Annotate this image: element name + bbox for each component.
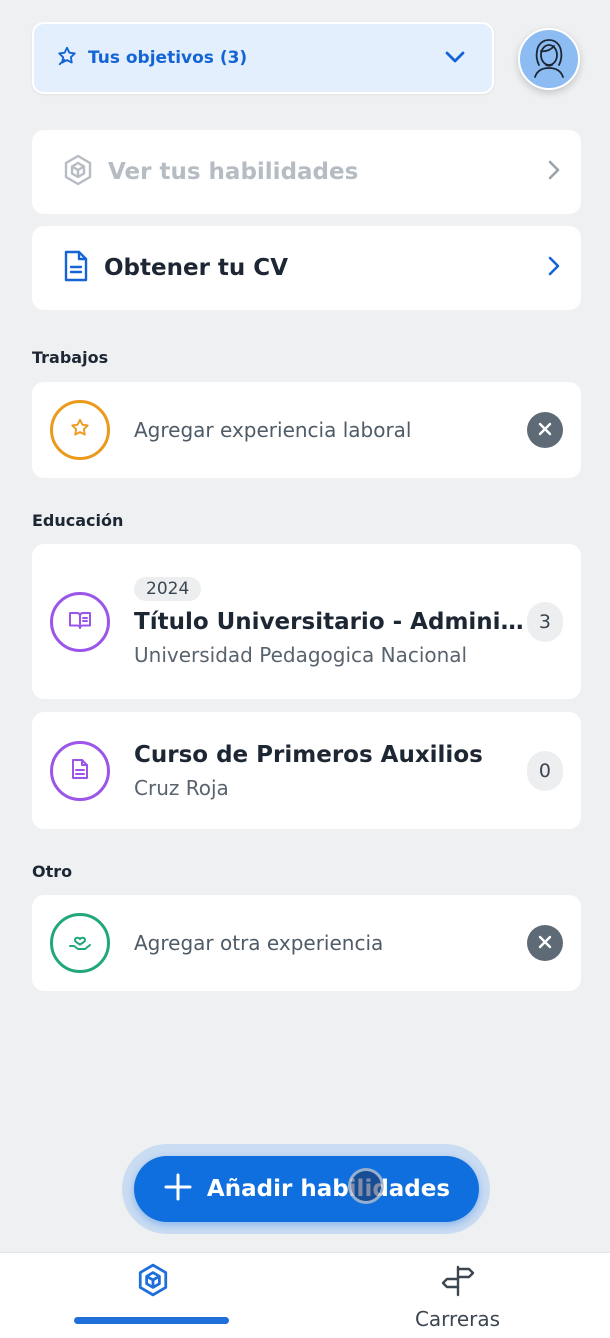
education-item[interactable]: 2024 Título Universitario - Administr… U… [32, 544, 581, 699]
document-icon [71, 758, 89, 784]
add-skills-button[interactable]: Añadir habilidades [134, 1156, 479, 1222]
tab-skills[interactable] [0, 1253, 305, 1338]
skills-count-badge: 0 [526, 750, 563, 791]
education-item[interactable]: Curso de Primeros Auxilios Cruz Roja 0 [32, 712, 581, 829]
close-icon [538, 934, 552, 953]
chevron-down-icon [444, 49, 466, 68]
touch-indicator [348, 1168, 384, 1204]
user-avatar-icon [529, 35, 569, 83]
get-cv-label: Obtener tu CV [104, 255, 288, 281]
add-other-experience-label: Agregar otra experiencia [134, 931, 384, 955]
add-work-experience-card[interactable]: Agregar experiencia laboral [32, 382, 581, 478]
book-icon [68, 610, 92, 634]
education-institution: Cruz Roja [134, 775, 229, 800]
goals-dropdown[interactable]: Tus objetivos (3) [32, 22, 494, 94]
avatar[interactable] [518, 28, 580, 90]
tab-careers[interactable]: Carreras [305, 1253, 610, 1338]
other-ring [50, 913, 110, 973]
get-cv-card[interactable]: Obtener tu CV [32, 226, 581, 310]
plus-icon [163, 1172, 193, 1206]
section-title-jobs: Trabajos [32, 348, 109, 367]
add-work-experience-label: Agregar experiencia laboral [134, 418, 412, 442]
education-ring [50, 591, 110, 652]
active-tab-indicator [74, 1317, 229, 1324]
chevron-right-icon [547, 159, 561, 185]
signpost-icon [440, 1263, 476, 1301]
section-title-other: Otro [32, 862, 73, 881]
close-icon [538, 421, 552, 440]
dismiss-button[interactable] [527, 412, 563, 448]
add-other-experience-card[interactable]: Agregar otra experiencia [32, 895, 581, 991]
section-title-education: Educación [32, 511, 124, 530]
education-institution: Universidad Pedagogica Nacional [134, 642, 468, 667]
goal-star-icon [56, 45, 78, 71]
skills-count-badge: 3 [526, 601, 563, 642]
document-icon [62, 250, 90, 286]
star-icon [69, 417, 91, 443]
view-skills-card[interactable]: Ver tus habilidades [32, 130, 581, 214]
skills-hexagon-icon [62, 154, 94, 190]
job-ring [50, 400, 110, 460]
education-title: Título Universitario - Administr… [134, 608, 527, 635]
year-badge: 2024 [134, 576, 202, 601]
add-skills-label: Añadir habilidades [206, 1176, 451, 1202]
bottom-navigation: Carreras [0, 1252, 610, 1338]
dismiss-button[interactable] [527, 925, 563, 961]
goals-label: Tus objetivos (3) [88, 48, 248, 68]
view-skills-label: Ver tus habilidades [108, 159, 359, 185]
education-ring [50, 740, 110, 801]
hand-heart-icon [68, 929, 92, 957]
education-title: Curso de Primeros Auxilios [134, 741, 483, 768]
skills-hexagon-icon [136, 1263, 170, 1301]
tab-careers-label: Carreras [414, 1307, 501, 1331]
chevron-right-icon [547, 255, 561, 281]
